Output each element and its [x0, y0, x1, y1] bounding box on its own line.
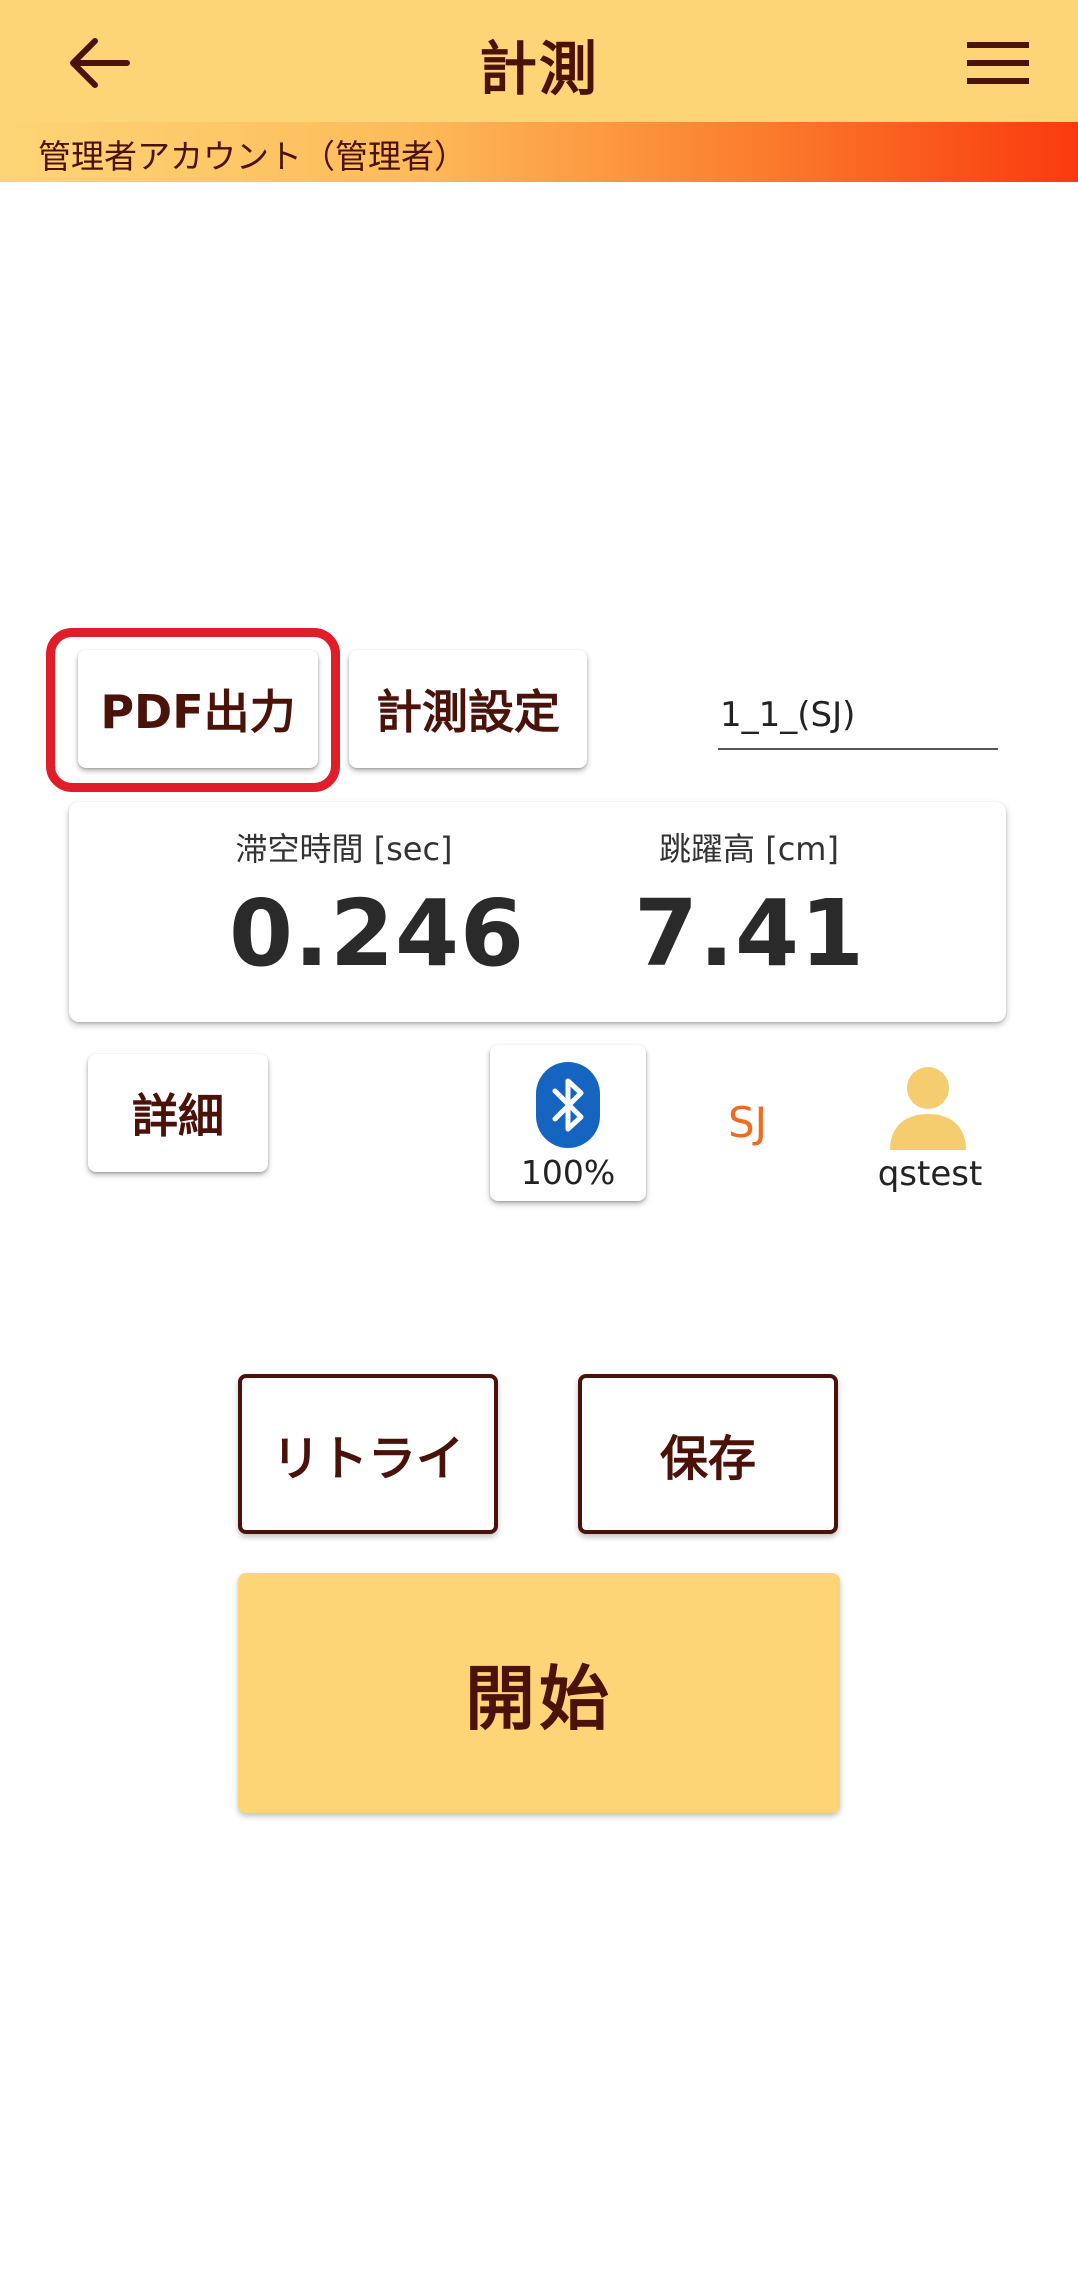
bluetooth-icon	[536, 1062, 600, 1148]
measurement-settings-button[interactable]: 計測設定	[349, 650, 587, 768]
jump-height-label: 跳躍高 [cm]	[659, 830, 839, 868]
result-card: 滞空時間 [sec] 0.246 跳躍高 [cm] 7.41	[69, 802, 1006, 1022]
account-strip: 管理者アカウント（管理者）	[0, 122, 1078, 182]
page-title: 計測	[478, 35, 599, 103]
user-name: qstest	[877, 1154, 983, 1194]
bluetooth-status-button[interactable]: 100%	[490, 1045, 646, 1201]
retry-button[interactable]: リトライ	[238, 1374, 498, 1534]
jump-height-value: 7.41	[634, 880, 865, 987]
jump-mode-label: SJ	[728, 1098, 768, 1147]
app-bar: 計測	[0, 0, 1078, 122]
trial-name-field[interactable]	[718, 682, 998, 750]
flight-time-metric: 滞空時間 [sec] 0.246	[229, 824, 526, 987]
flight-time-value: 0.246	[229, 880, 526, 987]
save-button[interactable]: 保存	[578, 1374, 838, 1534]
hamburger-menu-icon	[967, 42, 1029, 84]
battery-percentage: 100%	[520, 1153, 616, 1192]
account-label: 管理者アカウント（管理者）	[38, 137, 467, 176]
menu-button[interactable]	[958, 28, 1038, 98]
detail-button[interactable]: 詳細	[88, 1054, 268, 1172]
start-button[interactable]: 開始	[238, 1573, 840, 1813]
flight-time-label: 滞空時間 [sec]	[235, 830, 453, 868]
trial-name-input[interactable]	[718, 682, 998, 748]
pdf-export-button[interactable]: PDF出力	[78, 650, 318, 768]
user-icon	[890, 1067, 966, 1150]
jump-height-metric: 跳躍高 [cm] 7.41	[634, 824, 864, 987]
